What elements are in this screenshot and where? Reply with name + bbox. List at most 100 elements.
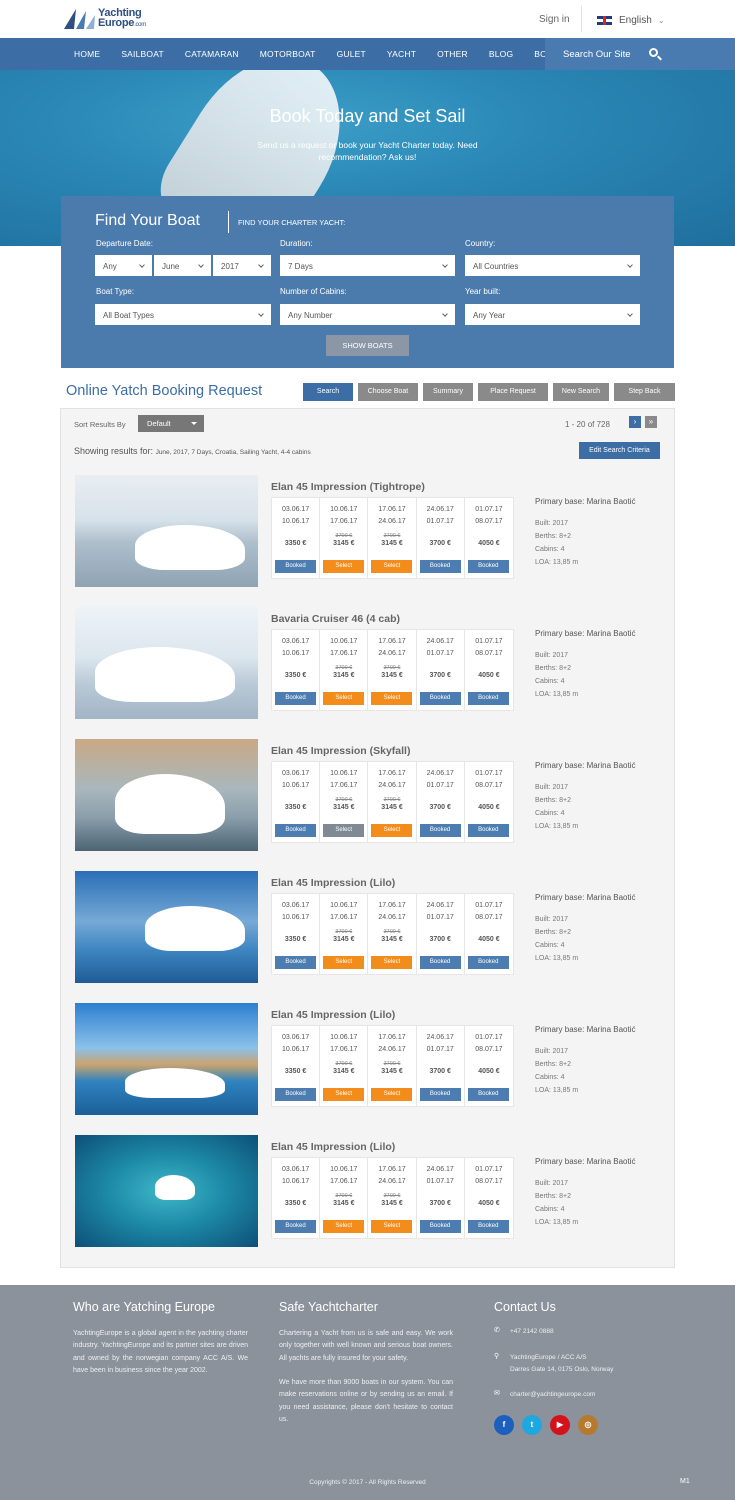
contact-phone[interactable]: +47 2142 0888 [510,1326,554,1337]
about-text: YachtingEurope is a global agent in the … [73,1330,248,1374]
safe-title: Safe Yachtcharter [279,1300,378,1314]
language-selector[interactable]: English ⌄ [597,15,665,26]
step-place-request[interactable]: Place Request [478,383,548,401]
period-booked-button[interactable]: Booked [275,1220,316,1233]
search-icon[interactable] [649,48,658,57]
period-booked-button[interactable]: Booked [275,824,316,837]
nav-blog[interactable]: BLOG [489,49,513,59]
loa: LOA: 13,85 m [535,1087,579,1094]
nav-motorboat[interactable]: MOTORBOAT [260,49,316,59]
price: 3145 € [333,672,355,679]
youtube-icon[interactable]: ▶ [550,1415,570,1435]
price: 4050 € [478,1068,500,1075]
price: 3700 € [429,936,451,943]
period-booked-button[interactable]: Booked [275,560,316,573]
duration-select[interactable]: 7 Days [280,255,455,276]
location-icon: ⚲ [494,1353,500,1360]
period-booked-button[interactable]: Booked [419,692,461,705]
signin-link[interactable]: Sign in [539,14,570,25]
period-to: 08.07.17 [475,650,503,657]
nav-catamaran[interactable]: CATAMARAN [185,49,239,59]
nav-other[interactable]: OTHER [437,49,468,59]
period-select-button[interactable]: Select [323,824,365,837]
period-select-button[interactable]: Select [371,824,413,837]
year-select[interactable]: 2017 [213,255,271,276]
listing-title[interactable]: Elan 45 Impression (Lilo) [271,1141,395,1153]
period-select-button[interactable]: Select [371,692,413,705]
yearbuilt-select[interactable]: Any Year [465,304,640,325]
period-select-button[interactable]: Select [323,692,365,705]
boat-photo[interactable] [75,739,258,851]
price: 3145 € [381,672,403,679]
period-booked-button[interactable]: Booked [419,1220,461,1233]
period-booked-button[interactable]: Booked [419,560,461,573]
period-select-button[interactable]: Select [371,1088,413,1101]
period-booked-button[interactable]: Booked [467,956,509,969]
loa: LOA: 13,85 m [535,559,579,566]
sort-select[interactable]: Default [138,415,204,432]
site-logo[interactable]: Yachting Europe.com [62,5,172,33]
step-summary[interactable]: Summary [423,383,473,401]
listing-title[interactable]: Elan 45 Impression (Lilo) [271,877,395,889]
period-column: 03.06.17 10.06.17 3350 € Booked [272,894,321,974]
step-new-search[interactable]: New Search [553,383,609,401]
next-page-button[interactable]: › [629,416,641,428]
show-boats-button[interactable]: SHOW BOATS [326,335,409,356]
cabins-select[interactable]: Any Number [280,304,455,325]
listing-title[interactable]: Bavaria Cruiser 46 (4 cab) [271,613,400,625]
step-back[interactable]: Step Back [614,383,675,401]
listing-title[interactable]: Elan 45 Impression (Skyfall) [271,745,410,757]
nav-sailboat[interactable]: SAILBOAT [121,49,164,59]
step-choose-boat[interactable]: Choose Boat [358,383,418,401]
period-booked-button[interactable]: Booked [275,692,316,705]
cabins-label: Number of Cabins: [280,287,347,296]
period-select-button[interactable]: Select [323,956,365,969]
period-booked-button[interactable]: Booked [419,1088,461,1101]
last-page-button[interactable]: » [645,416,657,428]
period-booked-button[interactable]: Booked [467,1220,509,1233]
month-select[interactable]: June [154,255,211,276]
period-select-button[interactable]: Select [371,956,413,969]
twitter-icon[interactable]: t [522,1415,542,1435]
price: 3700 € [429,1068,451,1075]
day-select[interactable]: Any [95,255,152,276]
period-select-button[interactable]: Select [323,1220,365,1233]
period-booked-button[interactable]: Booked [419,824,461,837]
nav-gulet[interactable]: GULET [337,49,366,59]
nav-home[interactable]: HOME [74,49,100,59]
boattype-select[interactable]: All Boat Types [95,304,271,325]
period-column: 17.06.17 24.06.17 3700 €3145 € Select [368,1158,417,1238]
listing-title[interactable]: Elan 45 Impression (Lilo) [271,1009,395,1021]
contact-email[interactable]: charter@yachtingeurope.com [510,1389,595,1400]
safe-text-1: Chartering a Yacht from us is safe and e… [279,1330,453,1362]
period-select-button[interactable]: Select [323,1088,365,1101]
boat-photo[interactable] [75,871,258,983]
period-booked-button[interactable]: Booked [467,692,509,705]
primary-base: Primary base: Marina Baotić [535,761,636,770]
boat-photo[interactable] [75,607,258,719]
period-to: 10.06.17 [281,1046,310,1053]
period-booked-button[interactable]: Booked [275,1088,316,1101]
boat-photo[interactable] [75,475,258,587]
facebook-icon[interactable]: f [494,1415,514,1435]
period-select-button[interactable]: Select [371,1220,413,1233]
edit-search-button[interactable]: Edit Search Criteria [579,442,660,459]
period-booked-button[interactable]: Booked [419,956,461,969]
country-select[interactable]: All Countries [465,255,640,276]
period-booked-button[interactable]: Booked [467,824,509,837]
period-select-button[interactable]: Select [371,560,413,573]
listing-title[interactable]: Elan 45 Impression (Tightrope) [271,481,425,493]
period-select-button[interactable]: Select [323,560,365,573]
boat-photo[interactable] [75,1003,258,1115]
period-booked-button[interactable]: Booked [275,956,316,969]
period-booked-button[interactable]: Booked [467,560,509,573]
period-booked-button[interactable]: Booked [467,1088,509,1101]
period-column: 03.06.17 10.06.17 3350 € Booked [272,1026,321,1106]
instagram-icon[interactable]: ◎ [578,1415,598,1435]
period-column: 24.06.17 01.07.17 3700 € Booked [417,894,465,974]
site-search[interactable]: Search Our Site [545,38,735,70]
step-search[interactable]: Search [303,383,353,401]
boat-photo[interactable] [75,1135,258,1247]
price: 3145 € [333,936,355,943]
nav-yacht[interactable]: YACHT [387,49,416,59]
